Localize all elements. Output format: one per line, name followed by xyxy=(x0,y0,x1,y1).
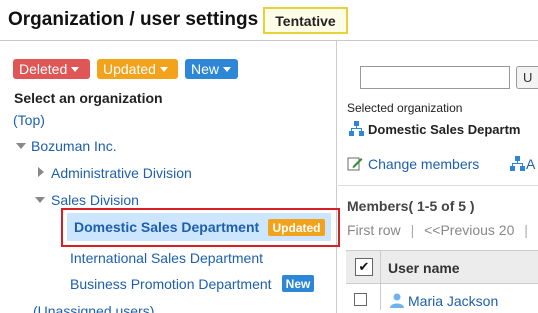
chevron-down-icon xyxy=(71,66,80,72)
user-icon xyxy=(390,293,404,308)
collapsed-arrow-icon[interactable] xyxy=(38,167,44,177)
tree-item-business-promotion[interactable]: Business Promotion Department xyxy=(70,276,272,292)
chevron-down-icon xyxy=(159,66,168,72)
highlight-frame xyxy=(61,208,340,247)
new-filter-label: New xyxy=(191,61,220,77)
new-filter-button[interactable]: New xyxy=(185,59,238,79)
deleted-filter-label: Deleted xyxy=(19,61,68,77)
selected-organization-name: Domestic Sales Departm xyxy=(368,122,521,137)
edit-icon xyxy=(347,157,363,171)
column-divider xyxy=(380,250,381,310)
tentative-badge: Tentative xyxy=(263,7,348,34)
row-checkbox[interactable] xyxy=(354,293,367,306)
tree-item-top[interactable]: (Top) xyxy=(13,112,45,128)
tree-item-administrative-division[interactable]: Administrative Division xyxy=(51,165,192,181)
select-all-checkbox[interactable]: ✔ xyxy=(355,258,373,276)
expanded-arrow-icon[interactable] xyxy=(16,143,26,149)
tree-item-unassigned-users[interactable]: (Unassigned users) xyxy=(33,303,154,313)
expanded-arrow-icon[interactable] xyxy=(35,197,45,203)
search-input[interactable] xyxy=(360,66,510,89)
section-divider xyxy=(338,185,538,186)
updated-filter-button[interactable]: Updated xyxy=(97,59,178,79)
new-badge: New xyxy=(282,275,314,292)
user-name-link[interactable]: Maria Jackson xyxy=(408,293,498,309)
selected-organization-label: Selected organization xyxy=(347,101,463,115)
pager-separator: | xyxy=(410,222,415,238)
page-header: Organization / user settings Tentative xyxy=(0,0,538,40)
updated-filter-label: Updated xyxy=(103,61,156,77)
pager: First row | <<Previous 20 | xyxy=(347,222,534,238)
add-organization-link[interactable]: A xyxy=(526,156,535,172)
search-button[interactable]: U xyxy=(516,66,538,89)
change-members-link[interactable]: Change members xyxy=(368,156,479,172)
organization-icon xyxy=(349,121,364,136)
tree-item-sales-division[interactable]: Sales Division xyxy=(51,192,139,208)
pager-separator: | xyxy=(524,222,528,238)
chevron-down-icon xyxy=(223,66,232,72)
page-title: Organization / user settings xyxy=(8,9,259,30)
pager-first-row[interactable]: First row xyxy=(347,222,401,238)
organization-icon xyxy=(510,156,525,171)
tree-item-international-sales[interactable]: International Sales Department xyxy=(70,250,263,266)
select-organization-heading: Select an organization xyxy=(14,90,163,106)
user-name-column-header: User name xyxy=(388,260,460,276)
pager-previous[interactable]: <<Previous 20 xyxy=(424,222,514,238)
deleted-filter-button[interactable]: Deleted xyxy=(13,59,90,79)
members-heading: Members( 1-5 of 5 ) xyxy=(347,198,475,214)
tree-item-bozuman[interactable]: Bozuman Inc. xyxy=(31,138,117,154)
